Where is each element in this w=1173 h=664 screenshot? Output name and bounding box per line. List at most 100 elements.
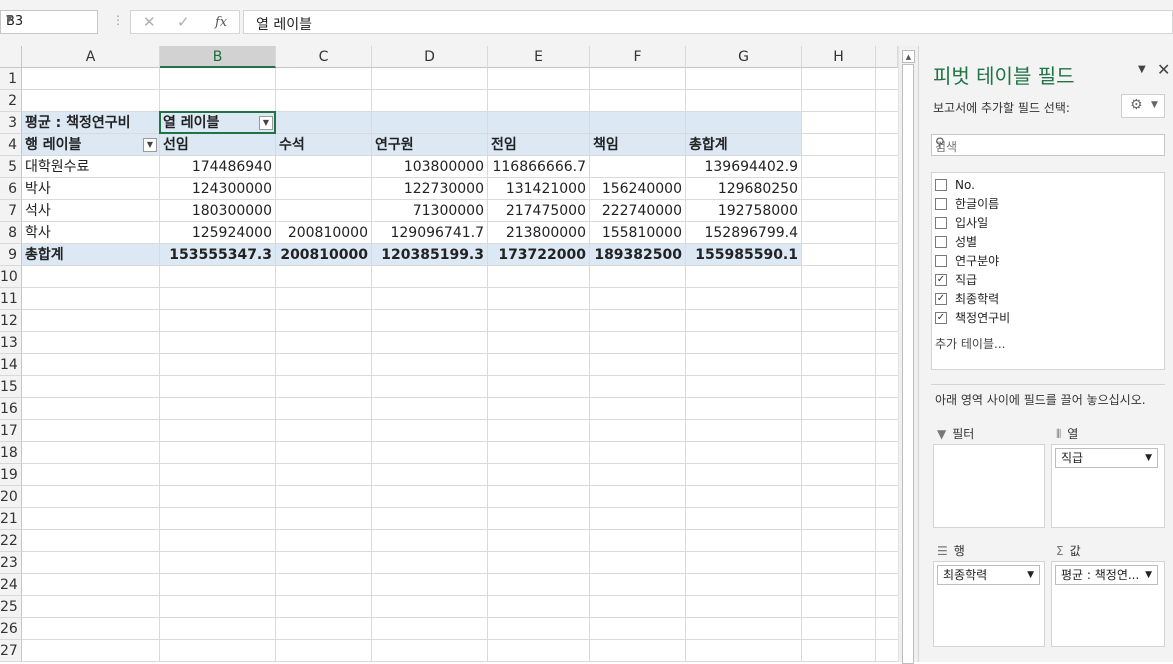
pivot-row-label[interactable]: 석사 xyxy=(22,200,160,222)
grand-total-label[interactable]: 총합계 xyxy=(22,244,160,266)
row-header-21[interactable]: 21 xyxy=(0,508,22,530)
row-header-16[interactable]: 16 xyxy=(0,398,22,420)
column-header-h[interactable]: H xyxy=(802,46,876,68)
chevron-down-icon[interactable]: ▼ xyxy=(6,14,93,24)
row-header-8[interactable]: 8 xyxy=(0,222,22,244)
row-header-6[interactable]: 6 xyxy=(0,178,22,200)
row-header-22[interactable]: 22 xyxy=(0,530,22,552)
checkbox[interactable]: ✓ xyxy=(935,273,947,286)
checkbox[interactable] xyxy=(935,254,947,267)
row-header-5[interactable]: 5 xyxy=(0,156,22,178)
pivot-column-header[interactable]: 전임 xyxy=(488,134,590,156)
row-header-27[interactable]: 27 xyxy=(0,640,22,662)
pivot-value-cell[interactable] xyxy=(590,156,686,178)
row-header-17[interactable]: 17 xyxy=(0,420,22,442)
row-header-3[interactable]: 3 xyxy=(0,112,22,134)
pivot-column-header[interactable]: 연구원 xyxy=(372,134,488,156)
row-header-14[interactable]: 14 xyxy=(0,354,22,376)
name-box[interactable]: B3 ▼ xyxy=(0,10,98,34)
row-header-13[interactable]: 13 xyxy=(0,332,22,354)
row-header-24[interactable]: 24 xyxy=(0,574,22,596)
row-header-7[interactable]: 7 xyxy=(0,200,22,222)
column-header-c[interactable]: C xyxy=(276,46,372,68)
field-search-input[interactable]: 검색 ⚲ xyxy=(931,134,1165,156)
row-labels-header[interactable]: 행 레이블 xyxy=(22,134,160,156)
checkbox[interactable]: ✓ xyxy=(935,292,947,305)
formula-input[interactable]: 열 레이블 xyxy=(243,10,1173,34)
scrollbar-thumb[interactable] xyxy=(902,64,914,664)
field-item-6[interactable]: ✓ 최종학력 xyxy=(935,291,999,307)
pivot-column-header[interactable]: 총합계 xyxy=(686,134,802,156)
rows-field-chip[interactable]: 최종학력 ▼ xyxy=(937,565,1040,585)
row-header-1[interactable]: 1 xyxy=(0,68,22,90)
grand-total-cell[interactable]: 200810000 xyxy=(276,244,372,266)
pivot-value-cell[interactable]: 116866666.7 xyxy=(488,156,590,178)
columns-area[interactable]: 직급 ▼ xyxy=(1051,444,1165,528)
pivot-value-cell[interactable]: 129096741.7 xyxy=(372,222,488,244)
pivot-value-cell[interactable]: 129680250 xyxy=(686,178,802,200)
worksheet-grid[interactable]: A B C D E F G H 1 2 3 4 5 6 7 8 9 10 11 12 13 14 15 16 17 18 19 20 2… xyxy=(0,46,898,662)
row-filter-dropdown-icon[interactable]: ▼ xyxy=(143,138,157,152)
grand-total-cell[interactable]: 120385199.3 xyxy=(372,244,488,266)
pivot-value-cell[interactable]: 222740000 xyxy=(590,200,686,222)
filter-area[interactable] xyxy=(933,444,1045,528)
values-field-chip[interactable]: 평균 : 책정연... ▼ xyxy=(1055,565,1158,585)
pivot-column-header[interactable]: 책임 xyxy=(590,134,686,156)
pivot-value-cell[interactable]: 174486940 xyxy=(160,156,276,178)
more-tables-link[interactable]: 추가 테이블... xyxy=(935,335,1005,352)
pivot-value-label[interactable]: 평균 : 책정연구비 xyxy=(22,112,160,134)
row-header-20[interactable]: 20 xyxy=(0,486,22,508)
pivot-value-cell[interactable] xyxy=(276,178,372,200)
rows-area[interactable]: 최종학력 ▼ xyxy=(933,561,1045,647)
cancel-icon[interactable]: ✕ xyxy=(143,13,156,31)
column-header-e[interactable]: E xyxy=(488,46,590,68)
pivot-row-label[interactable]: 대학원수료 xyxy=(22,156,160,178)
chevron-down-icon[interactable]: ▼ xyxy=(1145,449,1152,467)
row-header-2[interactable]: 2 xyxy=(0,90,22,112)
select-all-corner[interactable] xyxy=(0,46,22,68)
values-area[interactable]: 평균 : 책정연... ▼ xyxy=(1051,561,1165,647)
chevron-down-icon[interactable]: ▼ xyxy=(1145,566,1152,584)
pivot-value-cell[interactable]: 125924000 xyxy=(160,222,276,244)
column-header-b[interactable]: B xyxy=(160,46,276,68)
vertical-scrollbar[interactable]: ▲ xyxy=(898,46,918,664)
column-header-f[interactable]: F xyxy=(590,46,686,68)
pivot-value-cell[interactable]: 103800000 xyxy=(372,156,488,178)
pivot-value-cell[interactable]: 213800000 xyxy=(488,222,590,244)
row-header-25[interactable]: 25 xyxy=(0,596,22,618)
field-item-1[interactable]: 한글이름 xyxy=(935,196,999,212)
pivot-value-cell[interactable]: 180300000 xyxy=(160,200,276,222)
pivot-value-cell[interactable]: 122730000 xyxy=(372,178,488,200)
grand-total-cell[interactable]: 155985590.1 xyxy=(686,244,802,266)
pivot-value-cell[interactable]: 217475000 xyxy=(488,200,590,222)
pivot-value-cell[interactable]: 139694402.9 xyxy=(686,156,802,178)
column-header-d[interactable]: D xyxy=(372,46,488,68)
chevron-down-icon[interactable]: ▼ xyxy=(1027,566,1034,584)
checkbox[interactable] xyxy=(935,216,947,229)
pivot-value-cell[interactable]: 71300000 xyxy=(372,200,488,222)
checkbox[interactable] xyxy=(935,178,947,191)
row-header-18[interactable]: 18 xyxy=(0,442,22,464)
pivot-row-label[interactable]: 박사 xyxy=(22,178,160,200)
pane-options-icon[interactable]: ▼ xyxy=(1138,64,1146,75)
enter-icon[interactable]: ✓ xyxy=(177,13,190,31)
pivot-value-cell[interactable] xyxy=(276,200,372,222)
row-header-9[interactable]: 9 xyxy=(0,244,22,266)
row-header-19[interactable]: 19 xyxy=(0,464,22,486)
pivot-value-cell[interactable]: 192758000 xyxy=(686,200,802,222)
row-header-10[interactable]: 10 xyxy=(0,266,22,288)
pivot-value-cell[interactable]: 152896799.4 xyxy=(686,222,802,244)
checkbox[interactable]: ✓ xyxy=(935,311,947,324)
pivot-column-header[interactable]: 수석 xyxy=(276,134,372,156)
pivot-value-cell[interactable]: 155810000 xyxy=(590,222,686,244)
row-header-11[interactable]: 11 xyxy=(0,288,22,310)
close-icon[interactable]: ✕ xyxy=(1157,60,1170,79)
grand-total-cell[interactable]: 153555347.3 xyxy=(160,244,276,266)
pivot-value-cell[interactable]: 131421000 xyxy=(488,178,590,200)
checkbox[interactable] xyxy=(935,235,947,248)
field-item-3[interactable]: 성별 xyxy=(935,234,977,250)
field-settings-button[interactable]: ⚙ ▼ xyxy=(1121,94,1165,118)
field-item-0[interactable]: No. xyxy=(935,177,975,193)
column-header-g[interactable]: G xyxy=(686,46,802,68)
field-item-2[interactable]: 입사일 xyxy=(935,215,988,231)
